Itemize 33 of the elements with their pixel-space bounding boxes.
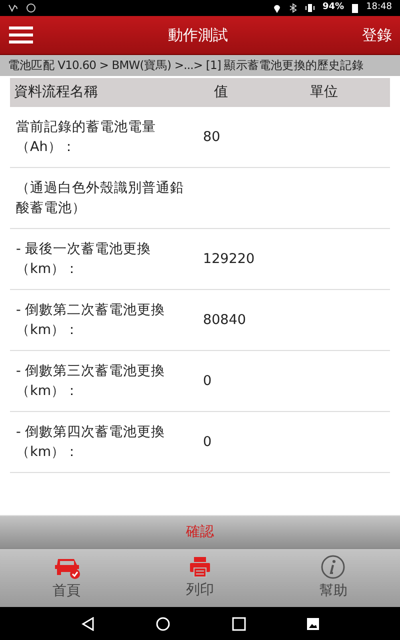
clock-time: 18:48 [366, 1, 392, 14]
recents-icon[interactable] [232, 616, 246, 630]
location-icon [272, 3, 281, 13]
confirm-button[interactable]: 確認 [0, 515, 400, 548]
table-cell-text: - 最後一次蓄電池更換（km）： [15, 240, 152, 279]
column-header: 單位 [309, 83, 339, 102]
table-cell-text: 80 [202, 128, 222, 147]
notification-icon [26, 3, 36, 13]
gallery-icon[interactable] [307, 618, 320, 630]
battery-percent: 94% [322, 1, 344, 14]
breadcrumb: 電池匹配 V10.60 > BMW(寶馬) >...> [1] 顯示蓄電池更換的歷史記錄 [0, 55, 400, 76]
table-cell-text: - 倒數第二次蓄電池更換（km）： [15, 301, 166, 340]
column-header: 值 [213, 83, 229, 102]
menu-icon[interactable] [8, 25, 34, 45]
back-icon[interactable] [80, 616, 95, 630]
table-cell-text: 0 [202, 372, 213, 391]
battery-icon [352, 3, 358, 13]
nav-tab[interactable]: 幫助 [266, 549, 400, 607]
table-cell-text: 0 [202, 432, 213, 452]
screen-title: 動作測試 [168, 24, 228, 46]
table-cell-text: - 倒數第四次蓄電池更換（km）： [15, 423, 166, 462]
table-cell-text: 80840 [202, 310, 247, 330]
bluetooth-icon [288, 3, 297, 13]
login-button[interactable]: 登錄 [362, 24, 392, 46]
table-cell-text: （通過白色外殼識別普通鉛酸蓄電池） [15, 179, 185, 218]
vibrate-icon [304, 3, 315, 13]
nav-tab[interactable]: 首頁 [0, 549, 134, 607]
table-cell-text: 當前記錄的蓄電池電量（Ah）： [15, 118, 157, 157]
table-cell-text: - 倒數第三次蓄電池更換（km）： [15, 362, 166, 401]
column-header: 資料流程名稱 [13, 83, 99, 102]
nav-tab[interactable]: 列印 [133, 549, 267, 607]
home-icon[interactable] [156, 616, 170, 630]
table-cell-text: 129220 [202, 250, 256, 269]
